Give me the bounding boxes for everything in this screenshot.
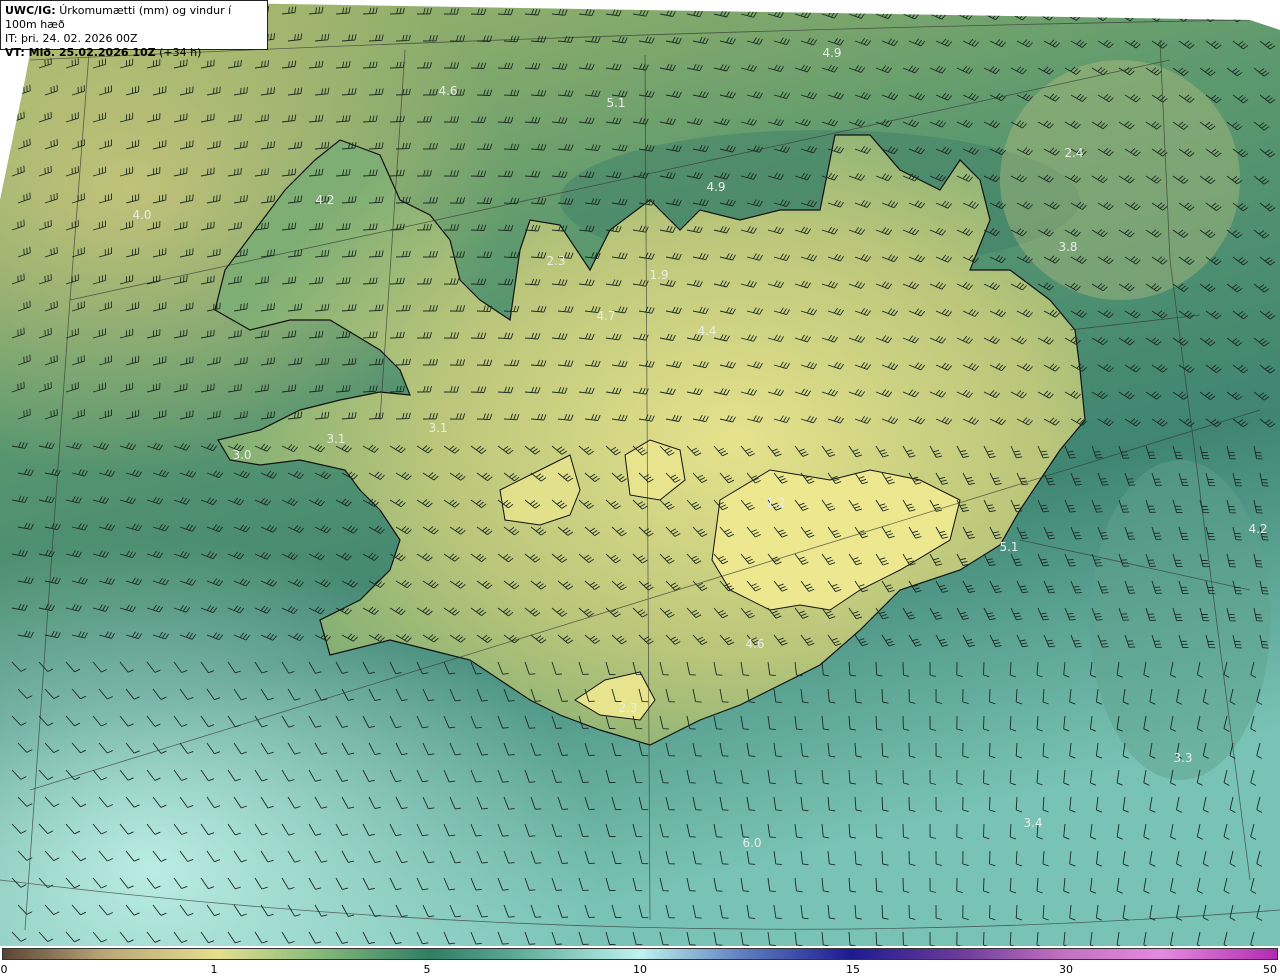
precip-value-label: 1.2	[766, 496, 785, 510]
precip-value-label: 4.4	[697, 324, 716, 338]
precip-value-label: 4.6	[438, 84, 457, 98]
precip-value-label: 2.4	[1064, 146, 1083, 160]
precip-value-label: 5.1	[999, 540, 1018, 554]
precip-value-label: 2.3	[546, 254, 565, 268]
colorbar-legend: 0 1 5 10 15 30 50	[0, 946, 1280, 978]
colorbar-gradient	[2, 948, 1278, 960]
precip-value-label: 3.0	[232, 448, 251, 462]
precip-value-label: 3.4	[1023, 816, 1042, 830]
colorbar-tick: 10	[633, 963, 647, 976]
colorbar-tick: 0	[0, 963, 8, 976]
colorbar-tick: 50	[1263, 963, 1277, 976]
valid-time: VT: Mið. 25.02.2026 10Z	[5, 46, 156, 59]
forecast-map: 4.9 4.6 5.1 2.4 4.2 4.9 4.0 3.8 2.3 1.9 4.7 4.4 3.1 3…	[0, 0, 1280, 978]
colorbar-tick: 30	[1059, 963, 1073, 976]
initial-time: IT: þri. 24. 02. 2026 00Z	[5, 32, 138, 45]
precip-value-label: 4.7	[596, 309, 615, 323]
map-canvas: 4.9 4.6 5.1 2.4 4.2 4.9 4.0 3.8 2.3 1.9 4.7 4.4 3.1 3…	[0, 0, 1280, 946]
colorbar-tick: 1	[210, 963, 218, 976]
precip-value-label: 3.1	[326, 432, 345, 446]
colorbar-tick: 15	[846, 963, 860, 976]
precip-value-label: 4.6	[745, 637, 764, 651]
precip-value-label: 5.1	[606, 96, 625, 110]
model-prefix: UWC/IG:	[5, 4, 56, 17]
precip-value-label: 1.9	[649, 268, 668, 282]
colorbar-tick: 5	[423, 963, 431, 976]
precip-value-label: 4.0	[132, 208, 151, 222]
map-info-box: UWC/IG: Úrkomumætti (mm) og vindur í 100…	[0, 0, 268, 59]
precip-value-label: 4.9	[706, 180, 725, 194]
lead-time: (+34 h)	[159, 46, 202, 59]
precip-value-label: 4.2	[315, 193, 334, 207]
precip-value-label: 2.3	[618, 701, 637, 715]
precip-value-label: 4.2	[1248, 522, 1267, 536]
precip-value-label: 6.0	[742, 836, 761, 850]
precip-value-label: 3.8	[1058, 240, 1077, 254]
precip-value-label: 3.1	[428, 421, 447, 435]
precip-value-label: 3.3	[1173, 751, 1192, 765]
precip-value-label: 4.9	[822, 46, 841, 60]
